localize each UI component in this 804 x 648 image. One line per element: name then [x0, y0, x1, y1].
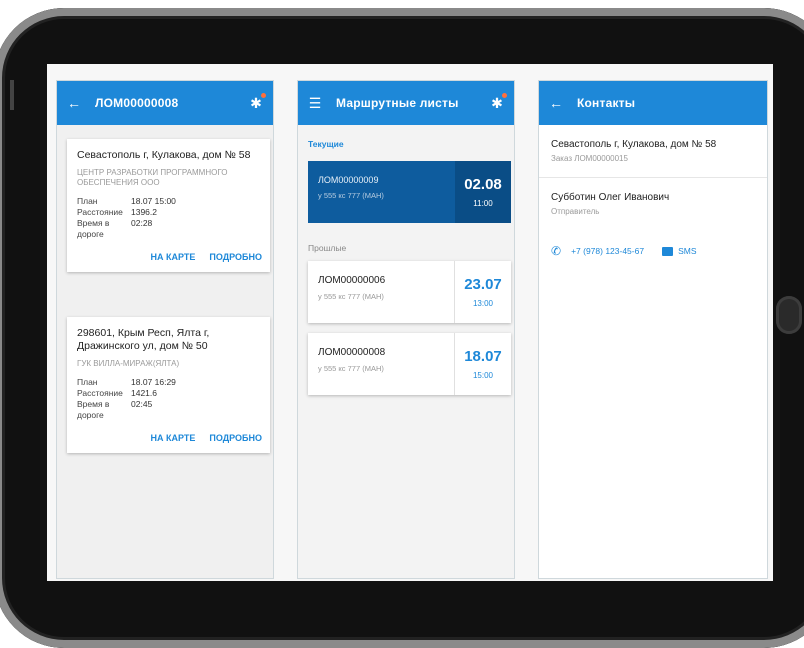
time-value: 02:45 — [131, 399, 153, 409]
phone-link[interactable]: +7 (978) 123-45-67 — [571, 246, 644, 256]
sms-label: SMS — [678, 245, 697, 256]
sms-icon — [662, 247, 674, 257]
time-label: Время в дороге — [77, 218, 110, 239]
back-arrow-icon[interactable]: ← — [549, 95, 563, 111]
app-bar: ☰ Маршрутные листы ✱ — [298, 81, 514, 125]
route-car: у 555 кс 777 (МАН) — [318, 364, 384, 373]
route-item[interactable]: ЛОМ00000008 у 555 кс 777 (МАН) 18.07 15:… — [308, 333, 511, 395]
contact-actions: ✆ +7 (978) 123-45-67 SMS — [539, 230, 767, 272]
page-title: Маршрутные листы — [336, 96, 459, 110]
route-car: у 555 кс 777 (МАН) — [318, 292, 384, 301]
details-link[interactable]: ПОДРОБНО — [209, 433, 262, 443]
settings-notify-icon[interactable]: ✱ — [490, 92, 507, 112]
route-id: ЛОМ00000008 — [318, 347, 386, 358]
delivery-card[interactable]: 298601, Крым Респ, Ялта г, Дражинского у… — [67, 317, 270, 453]
route-time: 13:00 — [472, 299, 494, 308]
sms-button[interactable]: SMS — [662, 245, 697, 257]
settings-notify-icon[interactable]: ✱ — [249, 92, 266, 112]
back-arrow-icon[interactable]: ← — [67, 95, 81, 111]
route-id: ЛОМ00000009 — [318, 175, 379, 185]
route-time: 15:00 — [472, 371, 494, 380]
plan-value: 18.07 16:29 — [131, 377, 176, 387]
route-car: у 555 кс 777 (МАН) — [318, 191, 384, 200]
card-org: ЦЕНТР РАЗРАБОТКИ ПРОГРАММНОГО ОБЕСПЕЧЕНИ… — [77, 168, 228, 187]
section-current-label: Текущие — [308, 139, 344, 149]
route-id: ЛОМ00000006 — [318, 275, 386, 286]
distance-label: Расстояние — [77, 388, 123, 398]
time-value: 02:28 — [131, 218, 153, 228]
phone-icon[interactable]: ✆ — [551, 244, 561, 258]
contact-address-block: Севастополь г, Кулакова, дом № 58 Заказ … — [539, 125, 767, 178]
section-past-label: Прошлые — [308, 243, 347, 253]
details-link[interactable]: ПОДРОБНО — [209, 252, 262, 262]
contacts-panel: ← Контакты Севастополь г, Кулакова, дом … — [538, 80, 768, 579]
tablet-side-button — [10, 80, 14, 110]
route-date: 02.08 — [464, 176, 502, 193]
distance-value: 1396.2 — [131, 207, 157, 217]
plan-label: План — [77, 196, 98, 206]
app-bar: ← ЛОМ00000008 ✱ — [57, 81, 273, 125]
app-bar: ← Контакты — [539, 81, 767, 125]
tablet-screen: ← ЛОМ00000008 ✱ Севастополь г, Кулакова,… — [47, 64, 773, 581]
tablet-home-button — [776, 296, 802, 334]
card-address: Севастополь г, Кулакова, дом № 58 — [77, 149, 251, 161]
route-item[interactable]: ЛОМ00000006 у 555 кс 777 (МАН) 23.07 13:… — [308, 261, 511, 323]
route-list-panel: ☰ Маршрутные листы ✱ Текущие ЛОМ00000009… — [297, 80, 515, 579]
on-map-link[interactable]: НА КАРТЕ — [150, 433, 195, 443]
order-number: Заказ ЛОМ00000015 — [551, 154, 628, 163]
page-title: ЛОМ00000008 — [95, 96, 179, 110]
contact-person-block: Субботин Олег Иванович Отправитель — [539, 178, 767, 230]
card-org: ГУК ВИЛЛА-МИРАЖ(ЯЛТА) — [77, 359, 180, 368]
plan-value: 18.07 15:00 — [131, 196, 176, 206]
distance-label: Расстояние — [77, 207, 123, 217]
card-stats: План 18.07 15:00 Расстояние 1396.2 Время… — [77, 196, 262, 240]
contact-role: Отправитель — [551, 207, 600, 216]
plan-label: План — [77, 377, 98, 387]
menu-icon[interactable]: ☰ — [308, 95, 322, 112]
delivery-card[interactable]: Севастополь г, Кулакова, дом № 58 ЦЕНТР … — [67, 139, 270, 272]
distance-value: 1421.6 — [131, 388, 157, 398]
contact-name: Субботин Олег Иванович — [551, 192, 670, 203]
route-item-current[interactable]: ЛОМ00000009 у 555 кс 777 (МАН) 02.08 11:… — [308, 161, 511, 223]
route-date: 18.07 — [464, 348, 502, 365]
contact-address: Севастополь г, Кулакова, дом № 58 — [551, 139, 717, 150]
card-address: 298601, Крым Респ, Ялта г, Дражинского у… — [77, 327, 210, 352]
time-label: Время в дороге — [77, 399, 110, 420]
page-title: Контакты — [577, 96, 636, 110]
card-actions: НА КАРТЕ ПОДРОБНО — [77, 252, 262, 272]
route-detail-panel: ← ЛОМ00000008 ✱ Севастополь г, Кулакова,… — [56, 80, 274, 579]
card-actions: НА КАРТЕ ПОДРОБНО — [77, 433, 262, 453]
on-map-link[interactable]: НА КАРТЕ — [150, 252, 195, 262]
card-stats: План 18.07 16:29 Расстояние 1421.6 Время… — [77, 377, 262, 421]
route-time: 11:00 — [473, 199, 493, 208]
route-date: 23.07 — [464, 276, 502, 293]
